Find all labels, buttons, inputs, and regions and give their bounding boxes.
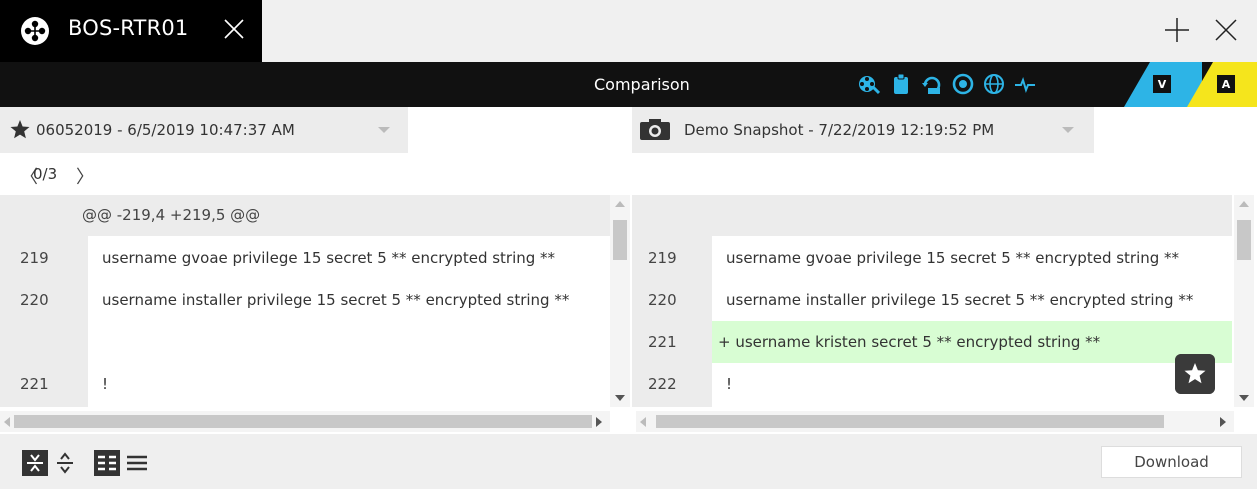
line-number: 220 xyxy=(20,291,49,309)
change-counter: 0/3 xyxy=(33,165,58,183)
code-line: + username kristen secret 5 ** encrypted… xyxy=(718,333,1101,351)
code-line: username installer privilege 15 secret 5… xyxy=(102,291,570,309)
line-number: 221 xyxy=(648,333,677,351)
diff-row-empty xyxy=(0,321,610,363)
diff-pager: 〈 0/3 〉 xyxy=(0,153,1257,195)
side-by-side-icon[interactable] xyxy=(94,450,120,476)
title-bar: BOS-RTR01 xyxy=(0,0,1257,62)
hunk-header: @@ -219,4 +219,5 @@ xyxy=(82,206,261,224)
scroll-left-icon[interactable] xyxy=(4,417,10,427)
view-title: Comparison xyxy=(594,75,690,94)
horizontal-scrollbar[interactable] xyxy=(0,411,610,432)
scroll-thumb[interactable] xyxy=(656,415,1164,428)
right-diff-pane: 219 username gvoae privilege 15 secret 5… xyxy=(632,195,1257,432)
scroll-down-icon[interactable] xyxy=(1239,395,1249,401)
right-snapshot-select[interactable]: Demo Snapshot - 7/22/2019 12:19:52 PM xyxy=(632,107,1094,153)
diff-row: 220 username installer privilege 15 secr… xyxy=(632,279,1232,321)
left-snapshot-select[interactable]: 06052019 - 6/5/2019 10:47:37 AM xyxy=(0,107,408,153)
network-node-icon xyxy=(21,17,49,45)
line-number: 220 xyxy=(648,291,677,309)
line-number: 219 xyxy=(648,249,677,267)
close-tab-icon[interactable] xyxy=(222,17,246,41)
diff-row-added: 221 + username kristen secret 5 ** encry… xyxy=(632,321,1232,363)
close-window-icon[interactable] xyxy=(1214,18,1238,42)
vertical-scrollbar[interactable] xyxy=(610,195,630,407)
eye-icon[interactable] xyxy=(952,73,974,95)
hunk-header-row xyxy=(632,195,1232,236)
collapse-icon[interactable] xyxy=(22,450,48,476)
star-icon xyxy=(10,120,30,139)
badge-a[interactable]: A xyxy=(1217,75,1235,93)
favorite-star-button[interactable] xyxy=(1175,354,1215,394)
code-line: ! xyxy=(726,375,733,393)
scroll-down-icon[interactable] xyxy=(615,395,625,401)
device-tab[interactable]: BOS-RTR01 xyxy=(0,0,262,62)
code-line: ! xyxy=(102,375,109,393)
left-diff-pane: @@ -219,4 +219,5 @@ 219 username gvoae p… xyxy=(0,195,632,432)
expand-icon[interactable] xyxy=(52,450,78,476)
scroll-right-icon[interactable] xyxy=(596,417,602,427)
pulse-icon[interactable] xyxy=(1014,73,1036,95)
scroll-up-icon[interactable] xyxy=(1239,201,1249,207)
hunk-header-row: @@ -219,4 +219,5 @@ xyxy=(0,195,610,236)
scroll-left-icon[interactable] xyxy=(640,417,646,427)
restore-icon[interactable] xyxy=(921,73,943,95)
toolbar: Comparison V A xyxy=(0,62,1257,107)
line-number: 222 xyxy=(648,375,677,393)
code-line: username installer privilege 15 secret 5… xyxy=(726,291,1194,309)
diff-row: 219 username gvoae privilege 15 secret 5… xyxy=(0,237,610,279)
scroll-up-icon[interactable] xyxy=(615,201,625,207)
right-snapshot-label: Demo Snapshot - 7/22/2019 12:19:52 PM xyxy=(684,121,995,139)
camera-icon xyxy=(640,119,670,140)
vertical-scrollbar[interactable] xyxy=(1234,195,1254,407)
scroll-thumb[interactable] xyxy=(14,415,592,428)
badge-v[interactable]: V xyxy=(1153,75,1171,93)
line-number: 219 xyxy=(20,249,49,267)
download-button[interactable]: Download xyxy=(1101,446,1242,478)
device-icon[interactable] xyxy=(858,73,880,95)
diff-row: 219 username gvoae privilege 15 secret 5… xyxy=(632,237,1232,279)
snapshot-selectors: 06052019 - 6/5/2019 10:47:37 AM Demo Sna… xyxy=(0,107,1257,153)
chevron-down-icon xyxy=(378,127,390,133)
plus-icon[interactable] xyxy=(1164,17,1190,43)
line-number: 221 xyxy=(20,375,49,393)
diff-row: 220 username installer privilege 15 secr… xyxy=(0,279,610,321)
inline-icon[interactable] xyxy=(124,450,150,476)
bottom-bar: Download xyxy=(0,434,1257,489)
scroll-right-icon[interactable] xyxy=(1220,417,1226,427)
tab-title: BOS-RTR01 xyxy=(68,16,189,40)
code-line: username gvoae privilege 15 secret 5 ** … xyxy=(726,249,1180,267)
next-change-button[interactable]: 〉 xyxy=(76,163,94,189)
horizontal-scrollbar[interactable] xyxy=(636,411,1234,432)
scroll-thumb[interactable] xyxy=(613,220,627,260)
code-line: username gvoae privilege 15 secret 5 ** … xyxy=(102,249,556,267)
chevron-down-icon xyxy=(1062,127,1074,133)
diff-row: 222 ! xyxy=(632,363,1232,405)
globe-icon[interactable] xyxy=(983,73,1005,95)
left-snapshot-label: 06052019 - 6/5/2019 10:47:37 AM xyxy=(36,121,295,139)
clipboard-icon[interactable] xyxy=(890,73,912,95)
scroll-thumb[interactable] xyxy=(1237,220,1251,260)
diff-row: 221 ! xyxy=(0,363,610,405)
